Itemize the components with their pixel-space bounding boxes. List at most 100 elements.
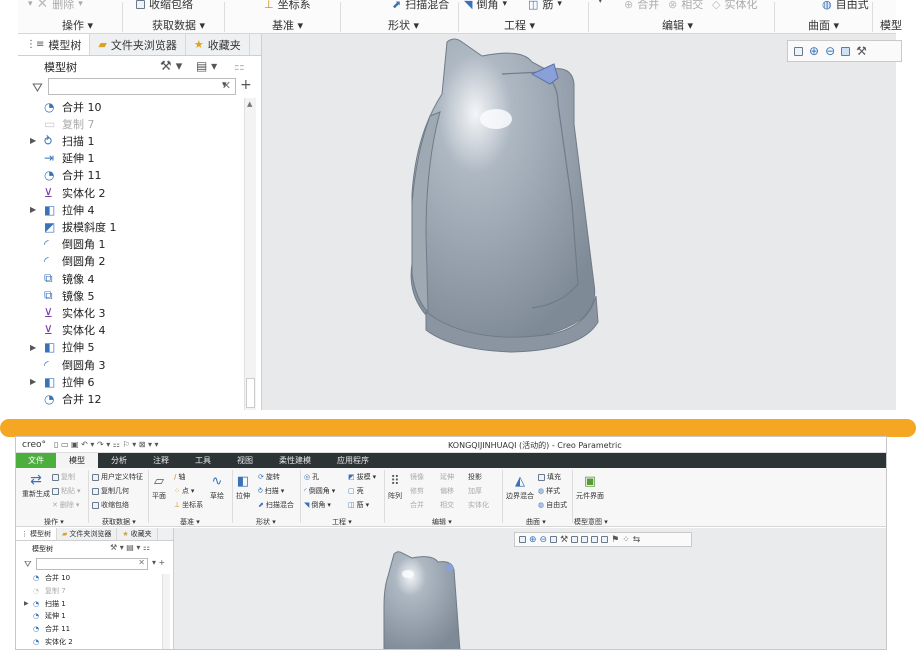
shell-button[interactable]: ▢ 壳 <box>348 486 364 496</box>
tree-row[interactable]: ▶ ◧ 拉伸 4 <box>30 201 95 218</box>
tree-row[interactable]: ◔ 合并 10 <box>30 98 102 115</box>
ribbon-rib-button[interactable]: ◫ 筋 ▾ <box>528 0 562 12</box>
graphics-viewport[interactable]: ⊕ ⊖ ⚒ <box>262 34 902 410</box>
tab-favorites[interactable]: ★ 收藏夹 <box>186 34 250 55</box>
repaint-icon[interactable] <box>841 46 851 56</box>
group-getdata[interactable]: 获取数据 ▾ <box>102 517 136 527</box>
spin-center-icon[interactable]: ⚒ <box>856 44 867 58</box>
tree-row[interactable]: ⊻ 实体化 4 <box>30 322 106 339</box>
tree-row[interactable]: ◔ 复制 7 <box>24 585 66 597</box>
ribbon-solidify-button[interactable]: ◇ 实体化 <box>712 0 757 12</box>
copy-button[interactable]: 复制 <box>52 472 75 482</box>
ribbon-chamfer-button[interactable]: ◥ 倒角 ▾ <box>464 0 507 12</box>
expand-icon[interactable]: ▶ <box>30 205 44 214</box>
ribbon-shrinkwrap-button[interactable]: 收缩包络 <box>136 0 193 12</box>
menu-annotate[interactable]: 注释 <box>140 453 182 468</box>
tab-folder-browser[interactable]: ▰ 文件夹浏览器 <box>90 34 186 55</box>
tree-row[interactable]: ⊻ 实体化 3 <box>30 304 106 321</box>
axis-button[interactable]: / 轴 <box>174 472 185 482</box>
udf-button[interactable]: 用户定义特征 <box>92 472 143 482</box>
tree-row[interactable]: ▭ 复制 7 <box>30 115 95 132</box>
thicken-button[interactable]: 加厚 <box>468 486 482 496</box>
tab-model-tree[interactable]: ⋮≡ 模型树 <box>18 34 91 55</box>
tree-row[interactable]: ⊻ 实体化 2 <box>30 184 106 201</box>
ribbon-swept-blend-button[interactable]: ⬈ 扫描混合 <box>392 0 449 12</box>
group-datum[interactable]: 基准 ▾ <box>180 517 200 527</box>
add-icon[interactable]: + <box>240 77 252 93</box>
tree-row[interactable]: ◔ 延伸 1 <box>24 610 66 622</box>
tree-search-input[interactable]: ✕ <box>48 78 236 95</box>
zoom-in-icon[interactable]: ⊕ <box>809 44 819 58</box>
group-engineering[interactable]: 工程 ▾ <box>332 517 352 527</box>
expand-icon[interactable]: ▶ <box>30 136 44 145</box>
group-label-ops[interactable]: 操作 ▾ <box>62 17 93 33</box>
ribbon-intersect-button[interactable]: ⊗ 相交 <box>668 0 703 12</box>
menu-model[interactable]: 模型 <box>56 453 98 468</box>
tree-row[interactable]: ⧉ 镜像 4 <box>30 270 95 287</box>
delete-button[interactable]: ✕ 删除 ▾ <box>52 500 79 510</box>
menu-view[interactable]: 视图 <box>224 453 266 468</box>
tree-row[interactable]: ▶ ◧ 拉伸 6 <box>30 373 95 390</box>
tree-row[interactable]: ▶ ◧ 拉伸 5 <box>30 339 95 356</box>
component-interface-button[interactable]: ▣ 元件界面 <box>576 474 604 501</box>
merge-button[interactable]: 合并 <box>410 500 424 510</box>
sweep-button[interactable]: ⥁ 扫描 ▾ <box>258 486 284 496</box>
intersect-button[interactable]: 相交 <box>440 500 454 510</box>
menu-file[interactable]: 文件 <box>16 453 56 468</box>
tree-row[interactable]: ◜ 倒圆角 2 <box>30 253 106 270</box>
copy-geometry-button[interactable]: 复制几何 <box>92 486 129 496</box>
add-icon-small[interactable]: ▾ + <box>152 558 165 567</box>
expand-icon[interactable]: ▶ <box>30 343 44 352</box>
tree-row[interactable]: ◔ 合并 10 <box>24 572 70 584</box>
freestyle-button[interactable]: ◍ 自由式 <box>538 500 567 510</box>
tree-scrollbar-small[interactable] <box>162 574 170 649</box>
tab-favorites-small[interactable]: ★ 收藏夹 <box>117 528 158 540</box>
revolve-button[interactable]: ⟳ 旋转 <box>258 472 280 482</box>
sketch-button[interactable]: ∿ 草绘 <box>210 474 224 501</box>
chamfer-button[interactable]: ◥ 倒角 ▾ <box>304 500 331 510</box>
tree-row[interactable]: ◜ 倒圆角 3 <box>30 356 106 373</box>
group-label-getdata[interactable]: 获取数据 ▾ <box>152 17 205 33</box>
extend-button[interactable]: 延伸 <box>440 472 454 482</box>
tree-search-input-small[interactable]: ✕ <box>36 558 148 570</box>
menu-tools[interactable]: 工具 <box>182 453 224 468</box>
refit-icon[interactable] <box>794 46 803 56</box>
show-icon[interactable]: ▤ ▾ <box>196 59 217 73</box>
tree-row[interactable]: ◔ 合并 12 <box>30 390 102 407</box>
project-button[interactable]: 投影 <box>468 472 482 482</box>
tree-settings-icon[interactable]: ⚒ ▾ <box>160 59 182 74</box>
menu-flexible-modeling[interactable]: 柔性建模 <box>266 453 324 468</box>
group-shape[interactable]: 形状 ▾ <box>256 517 276 527</box>
ribbon-dropdown[interactable]: ▾ <box>598 0 603 6</box>
trim-button[interactable]: 修剪 <box>410 486 424 496</box>
tree-row[interactable]: ◔ 合并 11 <box>30 167 102 184</box>
tree-row[interactable]: ◜ 倒圆角 1 <box>30 236 106 253</box>
shrinkwrap-button[interactable]: 收缩包络 <box>92 500 129 510</box>
group-surfaces[interactable]: 曲面 ▾ <box>526 517 546 527</box>
expand-icon[interactable]: ▶ <box>24 600 33 607</box>
search-dropdown-icon[interactable]: ▾ <box>222 80 227 90</box>
zoom-out-icon[interactable]: ⊖ <box>825 44 835 58</box>
quick-access-toolbar[interactable]: ▯ ▭ ▣ ↶ ▾ ↷ ▾ ⚏ ⚐ ▾ ⊠ ▾ ▾ <box>54 440 159 449</box>
regenerate-button[interactable]: ⇄ 重新生成 <box>22 472 50 499</box>
hole-button[interactable]: ◎ 孔 <box>304 472 319 482</box>
ribbon-freestyle-button[interactable]: ◍ 自由式 <box>822 0 869 12</box>
group-ops[interactable]: 操作 ▾ <box>44 517 64 527</box>
fill-button[interactable]: 填充 <box>538 472 561 482</box>
paste-button[interactable]: 粘贴 ▾ <box>52 486 81 496</box>
tree-settings-icon-small[interactable]: ⚒ ▾ ▤ ▾ ⚏ <box>110 543 150 552</box>
tree-row[interactable]: ◔ 实体化 2 <box>24 636 73 648</box>
swept-blend-button[interactable]: ⬈ 扫描混合 <box>258 500 294 510</box>
group-model-intent[interactable]: 模型意图 ▾ <box>574 517 608 527</box>
point-button[interactable]: ⁘ 点 ▾ <box>174 486 194 496</box>
csys-button[interactable]: ⊥ 坐标系 <box>174 500 203 510</box>
solidify-button[interactable]: 实体化 <box>468 500 489 510</box>
tree-scrollbar[interactable]: ▲ <box>244 98 256 410</box>
pattern-button[interactable]: ⠿ 阵列 <box>388 474 402 501</box>
tree-row[interactable]: ⧉ 镜像 5 <box>30 287 95 304</box>
group-label-model[interactable]: 模型 <box>880 17 902 33</box>
extrude-button[interactable]: ◧ 拉伸 <box>236 474 250 501</box>
tree-row[interactable]: ▶ ◔ 扫描 1 <box>24 598 66 610</box>
plane-button[interactable]: ▱ 平面 <box>152 474 166 501</box>
group-label-datum[interactable]: 基准 ▾ <box>272 17 303 33</box>
